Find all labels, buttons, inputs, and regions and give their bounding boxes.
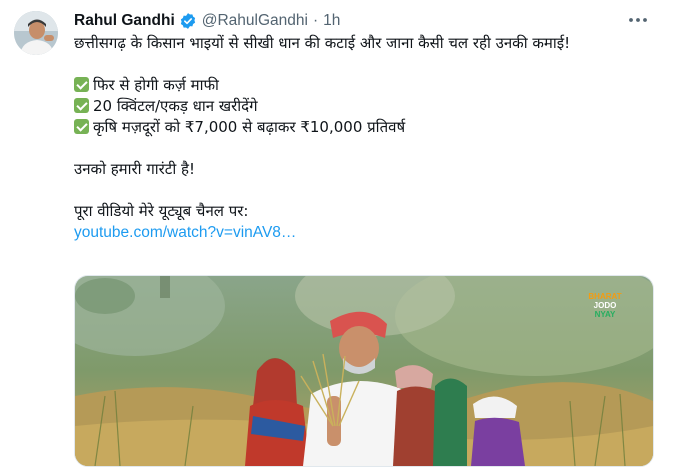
tweet-header: Rahul Gandhi @RahulGandhi · 1h — [74, 11, 340, 31]
logo-line: NYAY — [594, 310, 616, 319]
bullet-text: 20 क्विंटल/एकड़ धान खरीदेंगे — [93, 97, 258, 115]
logo-line: JODO — [593, 301, 617, 310]
tweet[interactable]: Rahul Gandhi @RahulGandhi · 1h छत्तीसगढ़… — [0, 0, 678, 467]
separator-dot: · — [312, 12, 319, 29]
bharat-jodo-nyay-logo: BHARAT JODO NYAY — [587, 292, 623, 319]
tweet-line-guarantee: उनको हमारी गारंटी है! — [74, 160, 195, 178]
bullet-text: फिर से होगी कर्ज़ माफी — [93, 76, 219, 94]
check-mark-icon — [74, 98, 89, 113]
check-mark-icon — [74, 119, 89, 134]
tweet-media-image[interactable]: BHARAT JODO NYAY — [74, 275, 654, 467]
tweet-bullet: कृषि मज़दूरों को ₹7,000 से बढ़ाकर ₹10,00… — [74, 117, 664, 138]
more-horizontal-icon[interactable] — [626, 10, 650, 30]
author-handle[interactable]: @RahulGandhi — [202, 12, 308, 30]
youtube-link[interactable]: youtube.com/watch?v=vinAV8… — [74, 224, 296, 241]
tweet-bullet: फिर से होगी कर्ज़ माफी — [74, 75, 664, 96]
tweet-bullet: 20 क्विंटल/एकड़ धान खरीदेंगे — [74, 96, 664, 117]
logo-line: BHARAT — [588, 292, 622, 301]
check-mark-icon — [74, 77, 89, 92]
timestamp[interactable]: 1h — [323, 12, 340, 30]
tweet-line-intro: छत्तीसगढ़ के किसान भाइयों से सीखी धान की… — [74, 34, 571, 52]
tweet-text: छत्तीसगढ़ के किसान भाइयों से सीखी धान की… — [74, 33, 664, 243]
bullet-text: कृषि मज़दूरों को ₹7,000 से बढ़ाकर ₹10,00… — [93, 118, 406, 136]
avatar[interactable] — [14, 11, 58, 55]
tweet-line-video: पूरा वीडियो मेरे यूट्यूब चैनल पर: — [74, 202, 249, 220]
verified-badge-icon — [179, 12, 197, 30]
author-name[interactable]: Rahul Gandhi — [74, 12, 175, 30]
